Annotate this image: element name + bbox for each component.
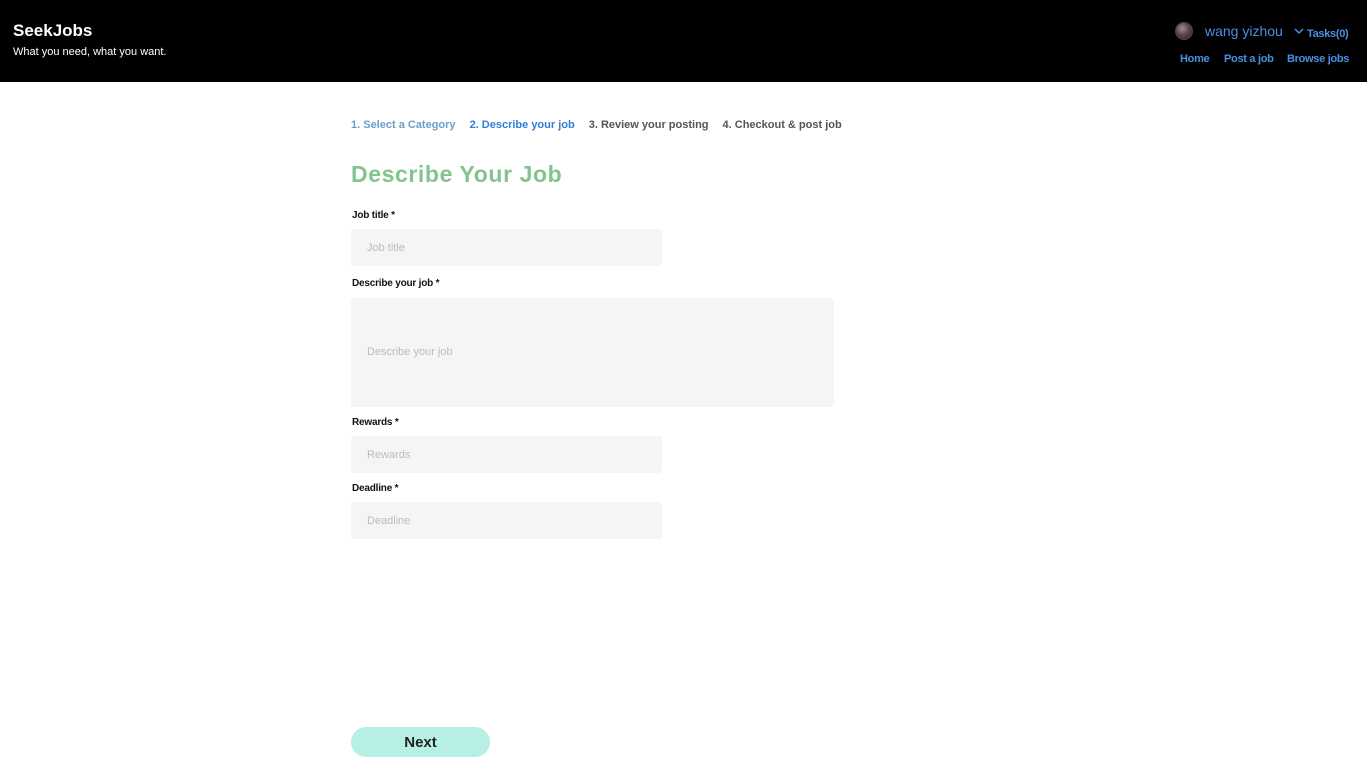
- step-review-posting[interactable]: 3. Review your posting: [589, 119, 709, 131]
- rewards-input[interactable]: [351, 436, 662, 473]
- nav-home[interactable]: Home: [1180, 53, 1210, 65]
- nav-post-job[interactable]: Post a job: [1224, 53, 1274, 65]
- step-progress: 1. Select a Category 2. Describe your jo…: [351, 119, 856, 131]
- page-title: Describe Your Job: [351, 161, 563, 187]
- step-select-category[interactable]: 1. Select a Category: [351, 119, 456, 131]
- step-checkout-post[interactable]: 4. Checkout & post job: [723, 119, 842, 131]
- next-button[interactable]: Next: [351, 727, 490, 757]
- rewards-label: Rewards *: [352, 417, 399, 428]
- brand-logo[interactable]: SeekJobs: [13, 21, 92, 41]
- job-title-input[interactable]: [351, 229, 662, 266]
- chevron-down-icon[interactable]: [1293, 25, 1305, 37]
- user-avatar[interactable]: [1175, 22, 1193, 40]
- user-menu[interactable]: wang yizhou: [1175, 22, 1305, 40]
- tasks-link[interactable]: Tasks(0): [1307, 28, 1349, 40]
- brand-tagline: What you need, what you want.: [13, 46, 167, 58]
- top-header: SeekJobs What you need, what you want. w…: [0, 0, 1367, 82]
- username-label[interactable]: wang yizhou: [1205, 23, 1283, 39]
- deadline-label: Deadline *: [352, 483, 399, 494]
- deadline-input[interactable]: [351, 502, 662, 539]
- step-describe-job[interactable]: 2. Describe your job: [470, 119, 575, 131]
- describe-job-label: Describe your job *: [352, 278, 440, 289]
- describe-job-textarea[interactable]: [351, 298, 834, 407]
- job-title-label: Job title *: [352, 210, 395, 221]
- nav-browse-jobs[interactable]: Browse jobs: [1287, 53, 1349, 65]
